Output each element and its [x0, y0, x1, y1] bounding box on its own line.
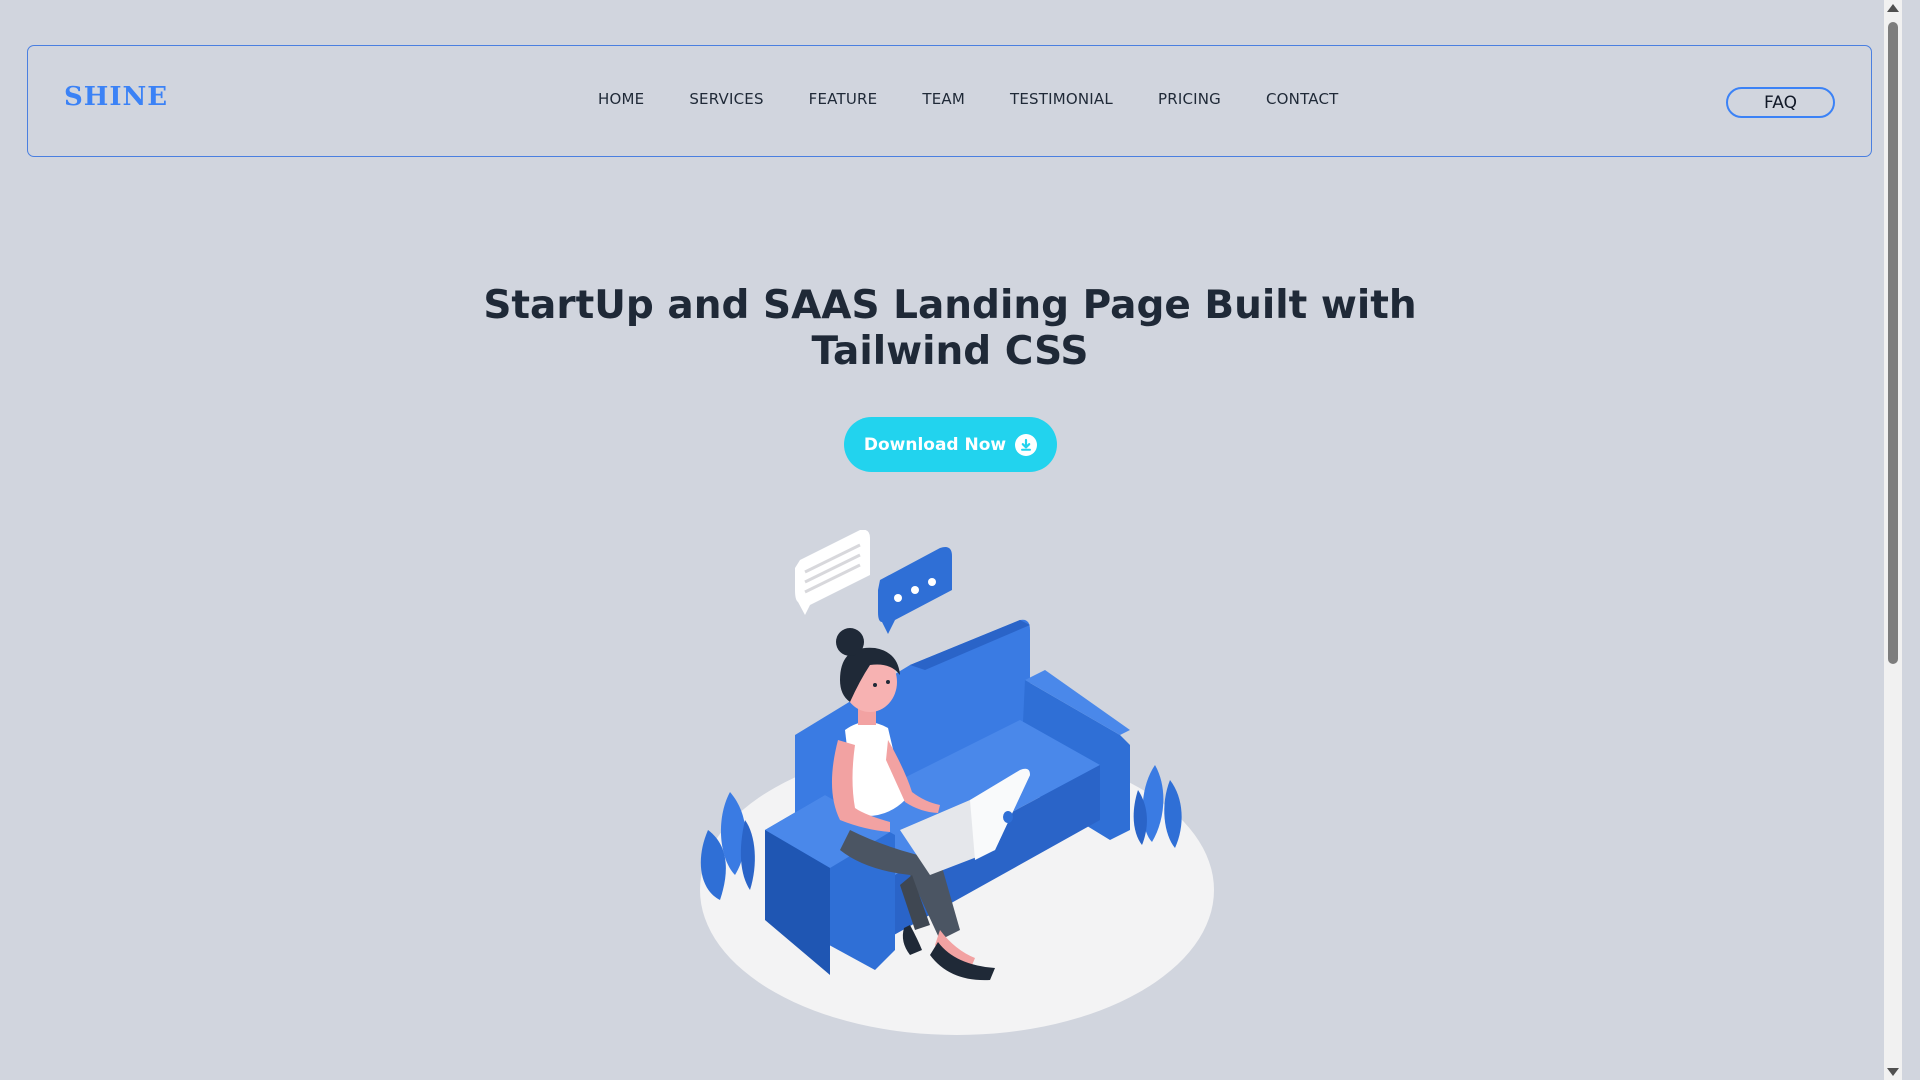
vertical-scrollbar[interactable]: [1884, 0, 1902, 1080]
scroll-up-arrow-icon[interactable]: [1887, 4, 1899, 12]
download-circle-icon: [1015, 433, 1038, 456]
scrollbar-thumb[interactable]: [1888, 22, 1898, 664]
speech-bubble-icon: [795, 530, 870, 615]
download-button-label: Download Now: [863, 434, 1007, 455]
faq-button[interactable]: FAQ: [1726, 87, 1835, 118]
nav-item-feature[interactable]: FEATURE: [809, 92, 878, 112]
nav-item-home[interactable]: HOME: [598, 92, 644, 112]
nav-item-contact[interactable]: CONTACT: [1266, 92, 1339, 112]
nav-item-pricing[interactable]: PRICING: [1158, 92, 1221, 112]
hero-title: StartUp and SAAS Landing Page Built with…: [483, 283, 1417, 374]
main-nav: HOME SERVICES FEATURE TEAM TESTIMONIAL P…: [598, 92, 1384, 112]
logo[interactable]: SHINE: [64, 84, 168, 110]
scroll-down-arrow-icon[interactable]: [1887, 1068, 1899, 1076]
woman-on-sofa-with-laptop-illustration: [700, 530, 1214, 1035]
chat-dots-bubble-icon: [878, 547, 952, 634]
download-now-button[interactable]: Download Now: [844, 417, 1057, 472]
nav-item-testimonial[interactable]: TESTIMONIAL: [1010, 92, 1113, 112]
site-header: SHINE HOME SERVICES FEATURE TEAM TESTIMO…: [27, 45, 1872, 157]
page: SHINE HOME SERVICES FEATURE TEAM TESTIMO…: [0, 0, 1902, 1080]
nav-item-services[interactable]: SERVICES: [689, 92, 763, 112]
nav-item-team[interactable]: TEAM: [922, 92, 965, 112]
